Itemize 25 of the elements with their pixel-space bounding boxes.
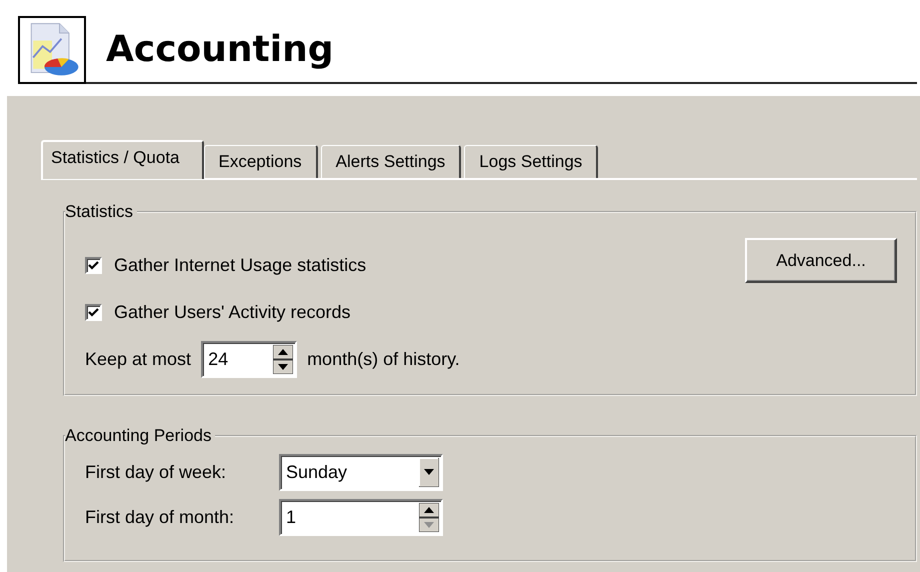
week-day-dropdown[interactable]: Sunday xyxy=(279,454,443,491)
tab[interactable]: Logs Settings xyxy=(464,145,598,178)
month-day-spin-field[interactable]: 1 xyxy=(279,499,443,536)
checkbox[interactable] xyxy=(85,304,102,321)
page-title: Accounting xyxy=(86,16,917,84)
checkbox[interactable] xyxy=(85,256,102,274)
advanced-button[interactable]: Advanced... xyxy=(745,238,897,283)
checkbox-label: Gather Users' Activity records xyxy=(114,302,351,323)
dropdown-arrow-icon[interactable] xyxy=(419,458,439,487)
spin-arrows-icon[interactable] xyxy=(273,345,294,374)
checkbox-label: Gather Internet Usage statistics xyxy=(114,254,366,276)
tab[interactable]: Statistics / Quota xyxy=(41,140,204,179)
field-label: First day of week: xyxy=(85,462,228,483)
field-label: month(s) of history. xyxy=(307,349,460,370)
tab[interactable]: Alerts Settings xyxy=(320,145,462,178)
check-icon xyxy=(88,260,99,270)
check-icon xyxy=(88,307,99,318)
months-spin-field[interactable]: 24 xyxy=(201,341,298,378)
report-chart-icon xyxy=(18,16,86,84)
group-title: Accounting Periods xyxy=(65,426,212,446)
field-label: First day of month: xyxy=(85,507,236,528)
field-label: Keep at most xyxy=(85,349,192,370)
spin-arrows-icon[interactable] xyxy=(419,503,439,532)
tab[interactable]: Exceptions xyxy=(204,145,318,178)
group-title: Statistics xyxy=(65,202,134,222)
